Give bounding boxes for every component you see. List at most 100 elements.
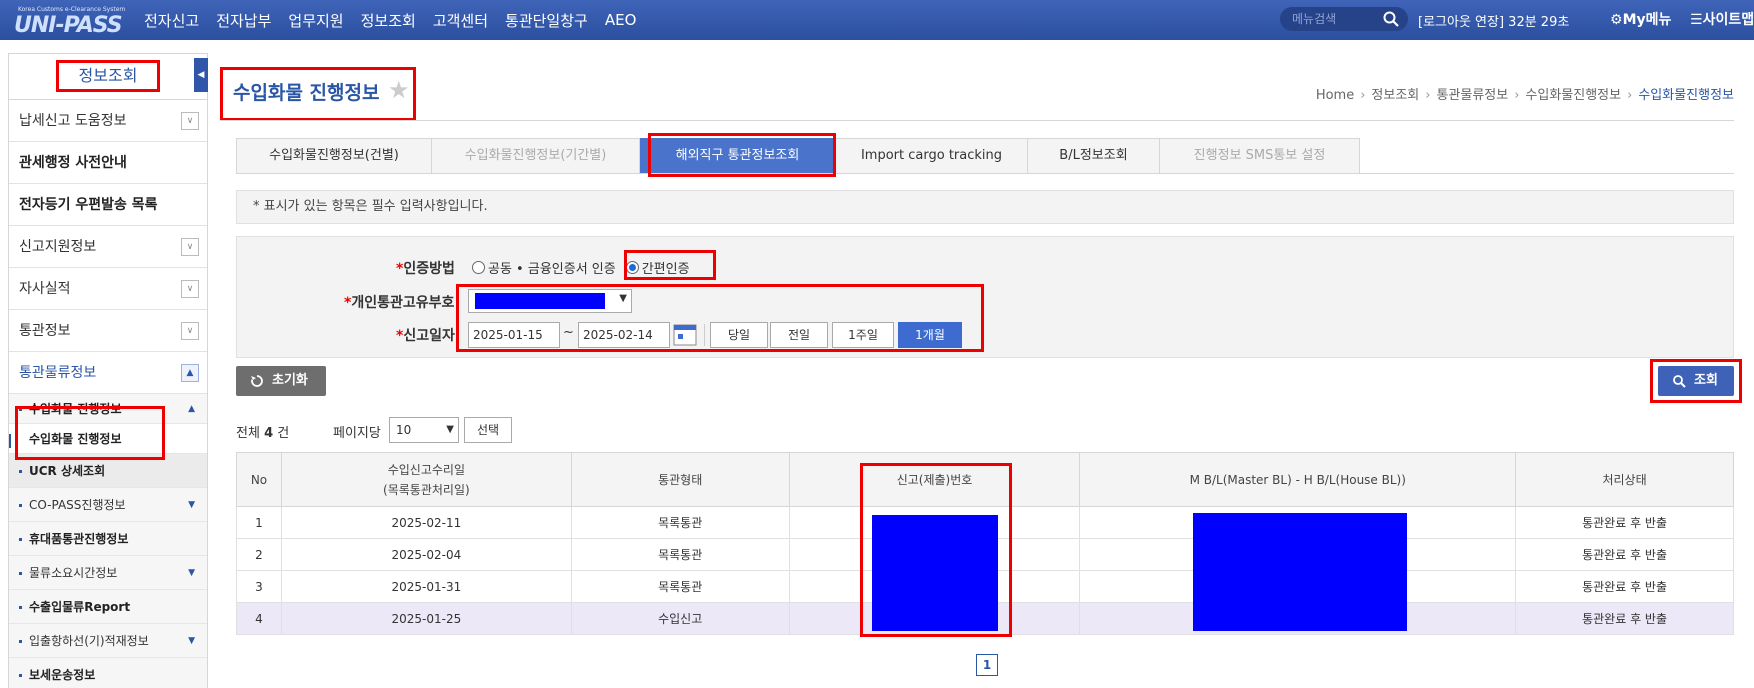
bullet-icon: [19, 408, 22, 411]
menu-search-input[interactable]: [1292, 10, 1382, 28]
sidebar-sub-current[interactable]: 수입화물 진행정보: [9, 424, 207, 454]
tab-by-case[interactable]: 수입화물진행정보(건별): [236, 138, 432, 174]
per-page-select[interactable]: 10 ▼: [389, 417, 459, 443]
chevron-down-icon[interactable]: ▼: [188, 556, 195, 590]
logo-tagline: Korea Customs e-Clearance System: [18, 6, 126, 13]
highlight-box: [624, 250, 716, 280]
sidebar-item-logistics-info[interactable]: 통관물류정보 ▲: [9, 352, 207, 394]
cell-date: 2025-01-31: [280, 570, 572, 603]
breadcrumb-home[interactable]: Home: [1316, 88, 1354, 103]
sidebar-sub-report[interactable]: 수출입물류Report: [9, 590, 207, 624]
star-icon[interactable]: ★: [388, 76, 410, 104]
sidebar-item-label: 자사실적: [19, 281, 71, 297]
bullet-icon: [19, 538, 22, 541]
mymenu-label: My메뉴: [1622, 12, 1672, 28]
sidebar-item-label: 전자등기 우편발송 목록: [19, 197, 158, 213]
bullet-icon: [19, 504, 22, 507]
sidebar-item-tax-help[interactable]: 납세신고 도움정보 ∨: [9, 100, 207, 142]
per-page-apply-button[interactable]: 선택: [464, 417, 512, 443]
nav-info-lookup[interactable]: 정보조회: [361, 10, 416, 31]
highlight-box: [860, 463, 1012, 637]
cell-no: 2: [236, 538, 282, 571]
search-button[interactable]: 조회: [1658, 366, 1734, 396]
bullet-icon: [19, 470, 22, 473]
sidebar-item-company-performance[interactable]: 자사실적 ∨: [9, 268, 207, 310]
breadcrumb-current: 수입화물진행정보: [1638, 88, 1734, 103]
chevron-down-icon[interactable]: ∨: [181, 238, 199, 256]
chevron-down-icon[interactable]: ▼: [188, 488, 195, 522]
breadcrumb: Home › 정보조회 › 통관물류정보 › 수입화물진행정보 › 수입화물진행정보: [1316, 84, 1734, 103]
chevron-down-icon: ▼: [446, 424, 454, 435]
required-notice: * 표시가 있는 항목은 필수 입력사항입니다.: [236, 190, 1734, 224]
unipass-logo[interactable]: Korea Customs e-Clearance System UNI-PAS…: [14, 4, 125, 38]
cell-no: 3: [236, 570, 282, 603]
logo-text: UNI-PASS: [14, 13, 123, 38]
nav-e-payment[interactable]: 전자납부: [216, 10, 271, 31]
sidebar-sub-baggage[interactable]: 휴대품통관진행정보: [9, 522, 207, 556]
sidebar-sub-label: CO-PASS진행정보: [29, 498, 126, 512]
date-label: *신고일자: [396, 328, 455, 344]
chevron-down-icon[interactable]: ∨: [181, 322, 199, 340]
breadcrumb-item[interactable]: 정보조회: [1371, 88, 1419, 103]
reset-button[interactable]: 초기화: [236, 366, 326, 396]
nav-work-support[interactable]: 업무지원: [288, 10, 343, 31]
highlight-box: [648, 133, 836, 177]
total-count: 전체 4 건: [236, 426, 290, 441]
search-label: 조회: [1694, 373, 1718, 388]
sidebar-sub-label: 수출입물류Report: [29, 600, 131, 614]
menu-search: [1280, 7, 1408, 31]
sidebar-item-clearance-info[interactable]: 통관정보 ∨: [9, 310, 207, 352]
chevron-right-icon: ›: [1627, 88, 1633, 103]
sidebar-sub-vessel[interactable]: 입출항하선(기)적재정보 ▼: [9, 624, 207, 658]
sidebar-sub-logistics-time[interactable]: 물류소요시간정보 ▼: [9, 556, 207, 590]
tab-import-cargo-tracking[interactable]: Import cargo tracking: [836, 138, 1028, 174]
chevron-up-icon[interactable]: ▲: [188, 394, 195, 424]
breadcrumb-item[interactable]: 수입화물진행정보: [1525, 88, 1621, 103]
chevron-down-icon[interactable]: ∨: [181, 112, 199, 130]
sidebar-item-declaration-support[interactable]: 신고지원정보 ∨: [9, 226, 207, 268]
chevron-right-icon: ›: [1514, 88, 1520, 103]
sidebar-item-registered-mail[interactable]: 전자등기 우편발송 목록: [9, 184, 207, 226]
sidebar-sub-label: 휴대품통관진행정보: [29, 532, 129, 546]
nav-single-window[interactable]: 통관단일창구: [505, 10, 588, 31]
tab-by-period[interactable]: 수입화물진행정보(기간별): [432, 138, 640, 174]
auth-cert-radio[interactable]: [472, 261, 485, 274]
tab-sms-setting[interactable]: 진행정보 SMS통보 설정: [1160, 138, 1360, 174]
sidebar-sub-label: 보세운송정보: [29, 668, 96, 682]
mymenu-button[interactable]: ⚙My메뉴: [1610, 9, 1671, 29]
chevron-down-icon[interactable]: ▼: [188, 624, 195, 658]
sidebar-sub-bonded[interactable]: 보세운송정보: [9, 658, 207, 688]
nav-e-declaration[interactable]: 전자신고: [144, 10, 199, 31]
sidebar-collapse-icon[interactable]: ◀: [194, 58, 208, 92]
sidebar-sub-label: 입출항하선(기)적재정보: [29, 634, 149, 648]
hamburger-icon: ☰: [1690, 12, 1703, 28]
cell-type: 수입신고: [570, 602, 790, 635]
page-title: 수입화물 진행정보: [233, 82, 380, 104]
pagination-page[interactable]: 1: [976, 654, 998, 676]
cell-type: 목록통관: [570, 570, 790, 603]
breadcrumb-item[interactable]: 통관물류정보: [1436, 88, 1508, 103]
pccc-label: *개인통관고유부호: [344, 295, 455, 311]
chevron-down-icon[interactable]: ∨: [181, 280, 199, 298]
chevron-right-icon: ›: [1360, 88, 1366, 103]
tab-bl-info[interactable]: B/L정보조회: [1028, 138, 1160, 174]
sidebar-sub-label: 수입화물 진행정보: [29, 402, 122, 416]
col-no: No: [236, 452, 282, 507]
cell-date: 2025-01-25: [280, 602, 572, 635]
chevron-up-icon[interactable]: ▲: [181, 364, 199, 382]
sidebar-sub-import-cargo[interactable]: 수입화물 진행정보 ▲: [9, 394, 207, 424]
logout-extend-timer[interactable]: [로그아웃 연장] 32분 29초: [1418, 11, 1569, 30]
sidebar-header: 정보조회 ◀: [9, 54, 208, 100]
col-status: 처리상태: [1515, 452, 1734, 507]
cell-type: 목록통관: [570, 506, 790, 539]
sidebar-sub-copass[interactable]: CO-PASS진행정보 ▼: [9, 488, 207, 522]
nav-aeo[interactable]: AEO: [605, 11, 637, 29]
sitemap-button[interactable]: ☰사이트맵: [1690, 9, 1754, 29]
search-icon[interactable]: [1382, 10, 1400, 28]
sidebar-item-advance-notice[interactable]: 관세행정 사전안내: [9, 142, 207, 184]
sidebar-sub-ucr[interactable]: UCR 상세조회: [9, 454, 207, 488]
redacted-bl-numbers: [1193, 513, 1407, 631]
nav-customer-center[interactable]: 고객센터: [433, 10, 488, 31]
col-accept-date: 수입신고수리일 (목록통관처리일): [280, 452, 572, 507]
chevron-right-icon: ›: [1425, 88, 1431, 103]
